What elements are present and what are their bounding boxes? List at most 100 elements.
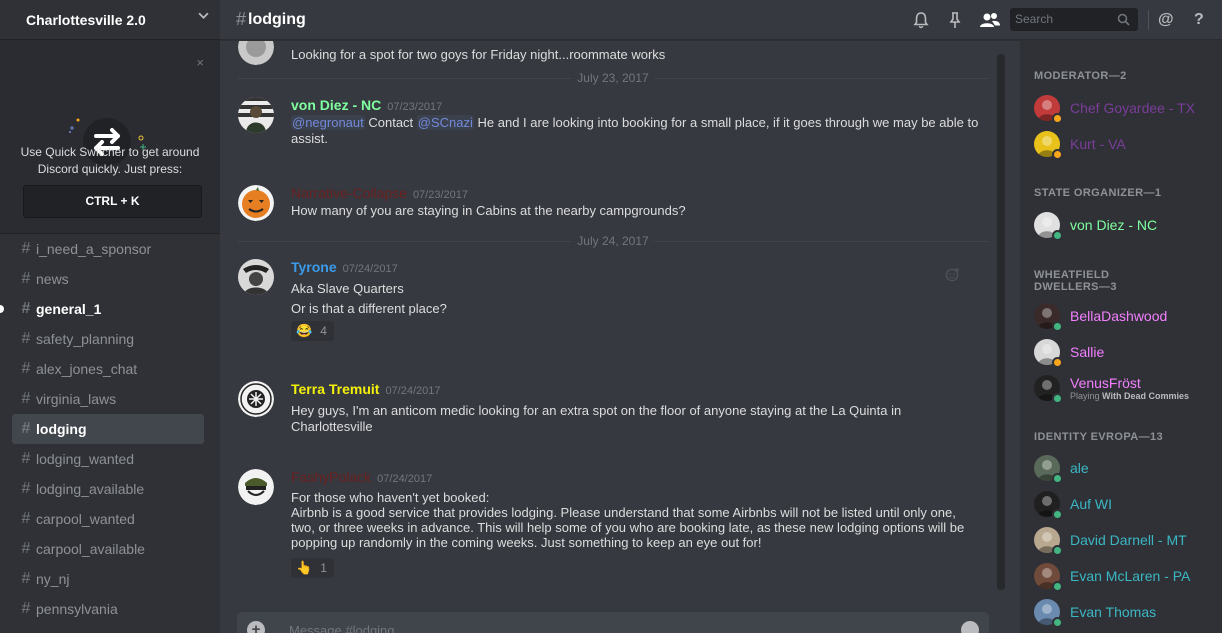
emoji-icon[interactable]	[961, 621, 979, 633]
status-indicator	[1052, 321, 1063, 332]
channel-item[interactable]: # lodging_available	[12, 474, 204, 504]
channel-name: virginia_laws	[36, 391, 117, 407]
channel-hash-icon: #	[21, 360, 31, 377]
member-name: Evan McLaren - PA	[1070, 568, 1191, 584]
member-activity: Playing With Dead Commies	[1070, 391, 1189, 401]
message-username[interactable]: Tyrone	[291, 259, 337, 275]
close-icon[interactable]: ×	[196, 56, 204, 69]
quick-switcher-tip: × Use Quick Switcher to get around Disco…	[0, 40, 220, 234]
channel-item[interactable]: # news	[12, 264, 204, 294]
member-item[interactable]: VenusFröst Playing With Dead Commies	[1034, 370, 1220, 406]
header-divider	[1148, 10, 1149, 30]
scrollbar-thumb[interactable]	[997, 54, 1005, 590]
channel-sidebar: Charlottesville 2.0 × Use Quick Switcher…	[0, 0, 220, 633]
reaction[interactable]: 😂 4	[291, 321, 334, 341]
reaction[interactable]: 👆 1	[291, 558, 334, 578]
member-item[interactable]: Evan Thomas	[1034, 594, 1220, 630]
upload-plus-icon[interactable]: +	[247, 621, 265, 633]
mention-icon[interactable]: @	[1158, 11, 1176, 29]
channel-name: safety_planning	[36, 331, 135, 347]
channel-item[interactable]: # ny_nj	[12, 564, 204, 594]
channel-item[interactable]: # lodging	[12, 414, 204, 444]
chevron-down-icon[interactable]	[198, 12, 209, 22]
member-item[interactable]: Chef Goyardee - TX	[1034, 90, 1220, 126]
member-item[interactable]: von Diez - NC	[1034, 207, 1220, 243]
channel-item[interactable]: # i_need_a_sponsor	[12, 234, 204, 264]
avatar[interactable]	[238, 259, 274, 295]
avatar[interactable]	[238, 185, 274, 221]
message-username[interactable]: Narrative-Collapse	[291, 185, 407, 201]
date-divider-label: July 23, 2017	[571, 70, 655, 86]
user-mention[interactable]: @negronaut	[291, 115, 365, 130]
scrollbar[interactable]	[997, 54, 1005, 590]
shortcut-button[interactable]: CTRL + K	[23, 185, 202, 218]
message-text: @negronaut Contact @SCnazi He and I are …	[291, 115, 988, 147]
message-text: For those who haven't yet booked:	[291, 490, 490, 505]
bell-icon[interactable]	[912, 11, 930, 29]
member-item[interactable]: Auf WI	[1034, 486, 1220, 522]
channel-item[interactable]: # carpool_wanted	[12, 504, 204, 534]
member-item[interactable]: Evan McLaren - PA	[1034, 558, 1220, 594]
member-item[interactable]: David Darnell - MT	[1034, 522, 1220, 558]
channel-item[interactable]: # safety_planning	[12, 324, 204, 354]
avatar	[1034, 491, 1063, 520]
members-icon[interactable]	[979, 11, 1001, 29]
message-timestamp: 07/24/2017	[385, 385, 441, 397]
pointing-up-emoji-icon: 👆	[296, 560, 313, 575]
date-divider-label: July 24, 2017	[571, 233, 655, 249]
status-indicator	[1052, 113, 1063, 124]
channel-name: carpool_available	[36, 541, 145, 557]
avatar[interactable]	[238, 381, 274, 417]
channel-item[interactable]: # pennsylvania	[12, 594, 204, 624]
chat-header: # lodging Search @ ?	[220, 0, 1222, 40]
channel-item[interactable]: # virginia_laws	[12, 384, 204, 414]
avatar[interactable]	[238, 41, 274, 65]
help-icon[interactable]: ?	[1194, 11, 1212, 29]
message-username[interactable]: FashyPolack	[291, 469, 371, 485]
status-indicator	[1052, 617, 1063, 628]
channel-item[interactable]: # lodging_wanted	[12, 444, 204, 474]
channel-item[interactable]: # general_1	[0, 294, 204, 324]
member-name: von Diez - NC	[1070, 217, 1158, 233]
message-partial: Looking for a spot for two goys for Frid…	[238, 41, 988, 65]
channel-name: lodging_available	[36, 481, 145, 497]
message-username[interactable]: von Diez - NC	[291, 97, 381, 113]
channel-item[interactable]: # carpool_available	[12, 534, 204, 564]
message-input[interactable]: Message #lodging	[289, 623, 395, 633]
message-username[interactable]: Terra Tremuit	[291, 381, 379, 397]
channel-item[interactable]: # alex_jones_chat	[12, 354, 204, 384]
avatar	[1034, 527, 1063, 556]
avatar	[1034, 455, 1063, 484]
member-item[interactable]: Sallie	[1034, 334, 1220, 370]
message-list: Looking for a spot for two goys for Frid…	[220, 41, 1000, 611]
message-timestamp: 07/23/2017	[387, 101, 443, 113]
channel-name: carpool_wanted	[36, 511, 135, 527]
message-text: Hey guys, I'm an anticom medic looking f…	[291, 403, 902, 434]
avatar[interactable]	[238, 469, 274, 505]
channel-hash-icon: #	[236, 9, 247, 29]
activity-prefix: Playing	[1070, 391, 1103, 401]
member-item[interactable]: Kurt - VA	[1034, 126, 1220, 162]
avatar[interactable]	[238, 97, 274, 133]
member-name: ale	[1070, 460, 1089, 476]
message-fragment: Contact	[364, 115, 417, 130]
server-header[interactable]: Charlottesville 2.0	[0, 0, 220, 40]
user-mention[interactable]: @SCnazi	[416, 115, 474, 130]
add-reaction-icon[interactable]	[945, 267, 960, 287]
search-input[interactable]: Search	[1010, 8, 1138, 31]
message-text: Looking for a spot for two goys for Frid…	[291, 47, 666, 62]
member-item[interactable]: BellaDashwood	[1034, 298, 1220, 334]
channel-hash-icon: #	[21, 510, 31, 527]
status-indicator	[1052, 473, 1063, 484]
channel-hash-icon: #	[21, 240, 31, 257]
status-indicator	[1052, 581, 1063, 592]
pin-icon[interactable]	[946, 11, 964, 29]
member-name: Auf WI	[1070, 496, 1113, 512]
member-name: Evan Thomas	[1070, 604, 1157, 620]
message-composer[interactable]: + Message #lodging	[237, 612, 989, 633]
member-name: BellaDashwood	[1070, 308, 1168, 324]
channel-hash-icon: #	[21, 390, 31, 407]
member-item[interactable]: ale	[1034, 450, 1220, 486]
channel-hash-icon: #	[21, 450, 31, 467]
channel-hash-icon: #	[21, 480, 31, 497]
